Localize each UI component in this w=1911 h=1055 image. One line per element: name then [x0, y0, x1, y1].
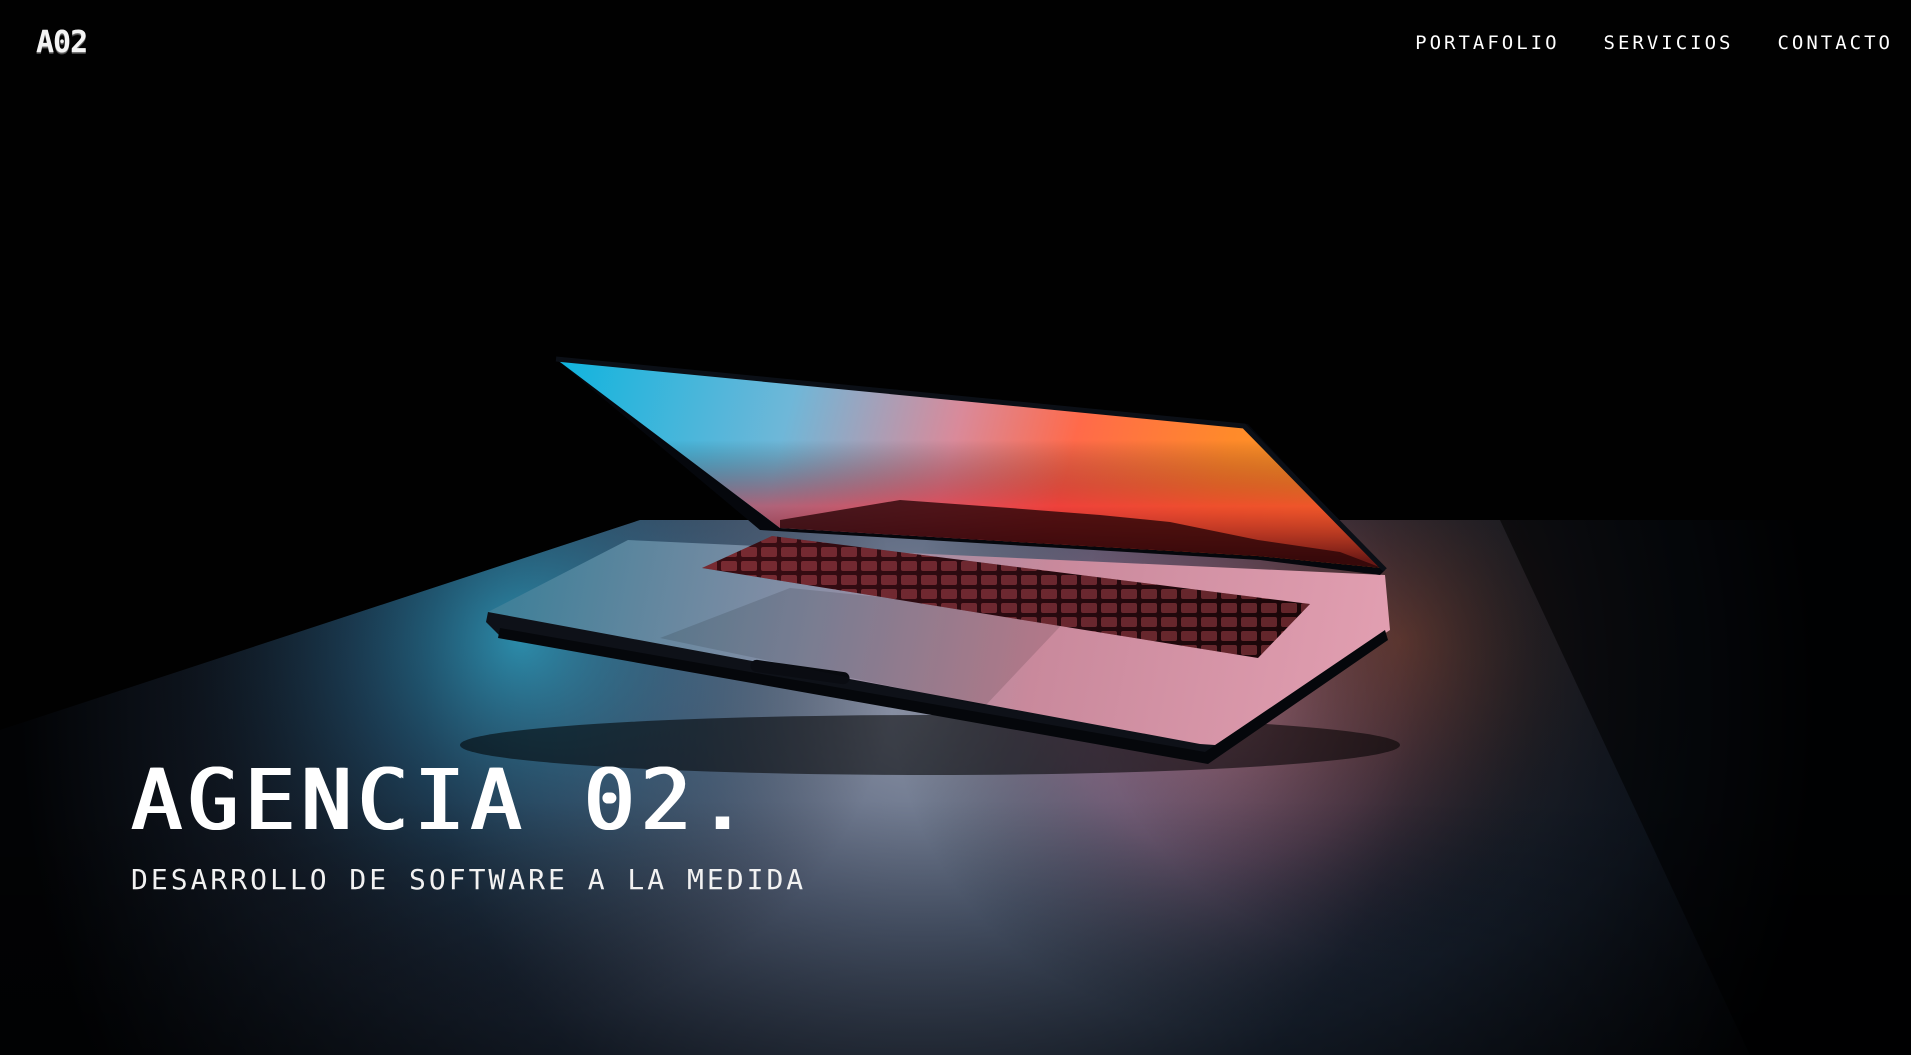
nav-link-portafolio[interactable]: PORTAFOLIO: [1415, 28, 1559, 58]
hero-section: AGENCIA 02. DESARROLLO DE SOFTWARE A LA …: [131, 750, 806, 898]
site-header: A02 PORTAFOLIO SERVICIOS CONTACTO: [0, 0, 1911, 90]
brand-logo[interactable]: A02: [36, 26, 88, 60]
nav-link-contacto[interactable]: CONTACTO: [1777, 28, 1893, 58]
main-nav: PORTAFOLIO SERVICIOS CONTACTO: [1415, 28, 1893, 58]
hero-subtitle: DESARROLLO DE SOFTWARE A LA MEDIDA: [131, 863, 807, 896]
hero-title: AGENCIA 02.: [131, 751, 754, 849]
landing-page: A02 PORTAFOLIO SERVICIOS CONTACTO AGENCI…: [0, 0, 1911, 1055]
nav-link-servicios[interactable]: SERVICIOS: [1604, 28, 1734, 58]
